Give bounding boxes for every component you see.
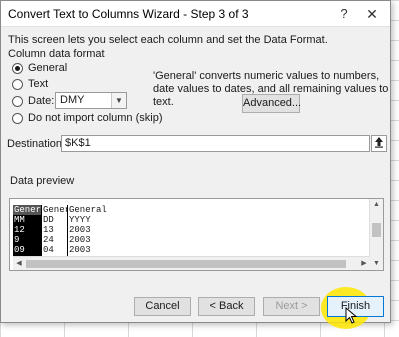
preview-cell: 09	[13, 245, 41, 255]
data-preview-label: Data preview	[10, 175, 75, 187]
preview-row: 09 04 2003	[13, 245, 127, 255]
preview-cell: DD	[41, 215, 67, 225]
radio-unchecked-icon	[12, 95, 23, 107]
radio-skip[interactable]: Do not import column (skip)	[12, 112, 163, 124]
preview-vertical-scrollbar[interactable]: ▲ ▼	[369, 199, 383, 270]
destination-label: Destination:	[7, 138, 66, 150]
dialog-title: Convert Text to Columns Wizard - Step 3 …	[8, 7, 249, 21]
scrollbar-thumb[interactable]	[372, 223, 381, 237]
next-button[interactable]: Next >	[263, 297, 320, 316]
column-format-label: Column data format	[8, 48, 105, 60]
preview-header-cell[interactable]: Gener	[41, 205, 67, 215]
preview-cell: 13	[41, 225, 67, 235]
preview-cell: 2003	[67, 235, 127, 245]
radio-text[interactable]: Text	[12, 78, 48, 90]
cancel-button[interactable]: Cancel	[134, 297, 191, 316]
chevron-down-icon[interactable]: ▼	[111, 93, 126, 108]
scroll-right-icon[interactable]: ▶	[358, 257, 370, 270]
close-button[interactable]: ✕	[360, 4, 384, 24]
text-to-columns-dialog: Convert Text to Columns Wizard - Step 3 …	[0, 0, 391, 329]
scroll-up-icon[interactable]: ▲	[370, 199, 383, 211]
radio-general[interactable]: General	[12, 62, 67, 74]
scroll-left-icon[interactable]: ◀	[13, 257, 25, 270]
preview-horizontal-scrollbar[interactable]: ◀ ▶	[13, 256, 370, 270]
up-arrow-collapse-icon	[375, 137, 383, 148]
collapse-dialog-icon[interactable]	[371, 135, 387, 152]
radio-text-label: Text	[28, 78, 49, 90]
preview-cell: YYYY	[67, 215, 127, 225]
scrollbar-thumb[interactable]	[26, 260, 346, 268]
mouse-pointer-icon	[345, 307, 358, 324]
radio-date-label: Date:	[28, 95, 55, 107]
help-button[interactable]: ?	[332, 4, 356, 24]
preview-row: MM DD YYYY	[13, 215, 127, 225]
preview-cell: 2003	[67, 225, 127, 235]
date-format-select[interactable]: DMY ▼	[55, 92, 127, 109]
back-button[interactable]: < Back	[198, 297, 255, 316]
destination-input[interactable]: $K$1	[61, 135, 370, 152]
preview-cell: MM	[13, 215, 41, 225]
preview-header-row: Gener Gener General	[13, 205, 127, 215]
preview-cell: 9	[13, 235, 41, 245]
data-preview-box[interactable]: Gener Gener General MM DD YYYY 12 13 200…	[9, 198, 384, 271]
preview-row: 9 24 2003	[13, 235, 127, 245]
preview-cell: 2003	[67, 245, 127, 255]
preview-row: 12 13 2003	[13, 225, 127, 235]
preview-header-cell[interactable]: Gener	[13, 205, 41, 215]
preview-cell: 12	[13, 225, 41, 235]
preview-cell: 04	[41, 245, 67, 255]
date-format-value: DMY	[60, 94, 85, 106]
radio-unchecked-icon	[12, 78, 23, 90]
radio-date[interactable]: Date:	[12, 95, 54, 107]
advanced-button[interactable]: Advanced...	[242, 94, 301, 113]
radio-unchecked-icon	[12, 112, 23, 124]
preview-header-cell[interactable]: General	[67, 205, 127, 215]
scroll-down-icon[interactable]: ▼	[370, 258, 383, 270]
radio-checked-icon	[12, 62, 23, 74]
radio-skip-label: Do not import column (skip)	[28, 112, 163, 124]
title-bar: Convert Text to Columns Wizard - Step 3 …	[1, 1, 390, 27]
radio-general-label: General	[28, 62, 68, 74]
instruction-text: This screen lets you select each column …	[8, 34, 328, 46]
preview-cell: 24	[41, 235, 67, 245]
